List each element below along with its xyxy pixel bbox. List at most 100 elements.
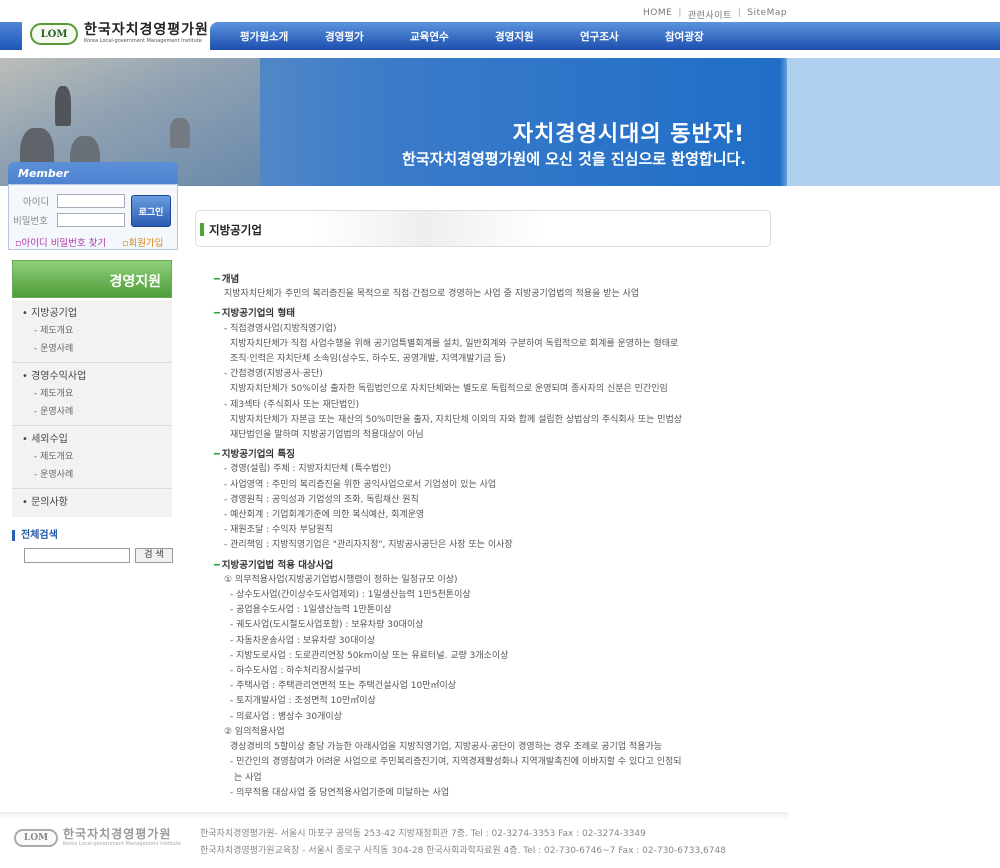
related-sites-link[interactable]: 관련사이트	[688, 8, 732, 21]
content-line: - 하수도사업 : 하수처리장시설구비	[230, 666, 361, 677]
nav-about[interactable]: 평가원소개	[240, 29, 325, 44]
separator: |	[737, 8, 742, 18]
login-button[interactable]: 로그인	[131, 195, 171, 227]
section-heading: ━ 지방공기업의 특징	[214, 447, 774, 462]
content-body: ━ 개념 지방자치단체가 주민의 복리증진을 목적으로 직접·간접으로 경영하는 사…	[214, 268, 774, 801]
search-button[interactable]: 검 색	[135, 548, 173, 563]
footer-logo-subtitle: Korea Local-government Management Instit…	[63, 841, 181, 847]
heading-marker: ━	[214, 449, 220, 461]
content-line: 재단법인을 말하며 지방공기업법의 적용대상이 아님	[230, 430, 424, 441]
section-heading: ━ 지방공기업법 적용 대상사업	[214, 558, 774, 573]
password-input[interactable]	[57, 213, 125, 227]
find-account-label: 아이디 비밀번호 찾기	[21, 238, 107, 249]
content-line: - 관리책임 : 지방직영기업은 "관리자지정", 지방공사공단은 사장 또는 …	[224, 540, 513, 551]
nav-evaluation[interactable]: 경영평가	[325, 29, 410, 44]
content-line: ① 의무적용사업(지방공기업법시행령이 정하는 일정규모 이상)	[224, 574, 458, 585]
content-line: - 경영(설립) 주체 : 지방자치단체 (특수법인)	[224, 464, 392, 475]
section-title: 경영지원	[109, 274, 161, 290]
member-body: 아이디 비밀번호 로그인 ▫아이디 비밀번호 찾기 ▫회원가입	[8, 184, 178, 250]
content-line: - 토지개발사업 : 조성면적 10만㎡이상	[230, 696, 376, 707]
nav-education[interactable]: 교육연수	[410, 29, 495, 44]
content-line: - 경영원칙 : 공익성과 기업성의 조화, 독립채산 원칙	[224, 494, 419, 505]
logo-text: 한국자치경영평가원 Korea Local-government Managem…	[84, 23, 209, 45]
nav-research[interactable]: 연구조사	[580, 29, 665, 44]
home-link[interactable]: HOME	[643, 8, 672, 21]
section-heading-text: 지방공기업법 적용 대상사업	[221, 559, 334, 571]
heading-marker: ━	[214, 308, 220, 320]
content-line: - 의무적용 대상사업 중 당연적용사업기준에 미달하는 사업	[230, 787, 450, 798]
header-left-strip	[0, 22, 22, 50]
content-line: 지방자치단체가 직접 사업수행을 위해 공기업특별회계를 설치, 일반회계와 구…	[230, 338, 679, 349]
side-subitem[interactable]: - 제도개요	[12, 322, 172, 340]
content-line: - 예산회계 : 기업회계기준에 의한 복식예산, 회계운영	[224, 510, 425, 521]
content-line: - 제3섹타 (주식회사 또는 재단법인)	[224, 399, 360, 410]
section-heading: ━ 개념	[214, 272, 774, 287]
main-navigation: 평가원소개 경영평가 교육연수 경영지원 연구조사 참여광장	[210, 22, 1000, 50]
side-menu-group: • 세외수입 - 제도개요 - 운영사례	[12, 426, 172, 489]
side-subitem[interactable]: - 운영사례	[12, 403, 172, 421]
content-line: - 지방도로사업 : 도로관리연장 50km이상 또는 유료터널. 교량 3개소…	[230, 650, 509, 661]
content-line: 지방자치단체가 주민의 복리증진을 목적으로 직접·간접으로 경영하는 사업 중…	[224, 289, 640, 300]
id-input[interactable]	[57, 194, 125, 208]
side-subitem[interactable]: - 제도개요	[12, 385, 172, 403]
nav-participation[interactable]: 참여광장	[665, 29, 750, 44]
side-subitem[interactable]: - 제도개요	[12, 448, 172, 466]
search-input[interactable]	[24, 548, 130, 563]
side-subitem-label: 운영사례	[40, 344, 74, 354]
side-item-label: 경영수익사업	[31, 371, 87, 382]
join-link[interactable]: ▫회원가입	[122, 235, 163, 249]
content-line: - 의료사업 : 병상수 30개이상	[230, 711, 342, 722]
heading-marker: ━	[214, 274, 220, 285]
banner-subheadline: 한국자치경영평가원에 오신 것을 진심으로 환영합니다.	[402, 150, 746, 168]
side-subitem-label: 제도개요	[40, 452, 74, 462]
logo-subtitle: Korea Local-government Management Instit…	[84, 38, 202, 44]
side-subitem[interactable]: - 운영사례	[12, 340, 172, 358]
page-title-box: 지방공기업	[195, 210, 771, 247]
side-subitem-label: 제도개요	[40, 326, 74, 336]
section-heading-text: 지방공기업의 형태	[221, 308, 295, 320]
member-login-box: Member 아이디 비밀번호 로그인 ▫아이디 비밀번호 찾기 ▫회원가입	[8, 162, 178, 250]
content-line: - 재원조달 : 수익자 부담원칙	[224, 525, 333, 536]
section-heading-text: 개념	[221, 274, 240, 285]
footer-logo: LOM 한국자치경영평가원 Korea Local-government Man…	[14, 828, 181, 848]
id-label: 아이디	[23, 197, 50, 208]
content-line: 는 사업	[234, 772, 262, 783]
content-line: 경상경비의 5할이상 충당 가능한 아래사업을 지방직영기업, 지방공사·공단이…	[230, 742, 663, 753]
side-item-revenue-business[interactable]: • 경영수익사업	[12, 369, 172, 385]
side-item-public-enterprise[interactable]: • 지방공기업	[12, 306, 172, 322]
footer-address-line: 한국자치경영평가원- 서울시 마포구 공덕동 253-42 지방재정회관 7층.…	[200, 829, 646, 839]
utility-links: HOME | 관련사이트 | SiteMap	[643, 8, 787, 21]
heading-marker: ━	[214, 559, 220, 571]
side-menu-group: • 경영수익사업 - 제도개요 - 운영사례	[12, 363, 172, 426]
section-heading: ━ 지방공기업의 형태	[214, 306, 774, 321]
content-line: - 사업영역 : 주민의 복리증진을 위한 공익사업으로서 기업성이 있는 사업	[224, 479, 497, 490]
content-line: - 자동차운송사업 : 보유차량 30대이상	[230, 635, 376, 646]
side-subitem-label: 운영사례	[40, 470, 74, 480]
side-item-non-tax-revenue[interactable]: • 세외수입	[12, 432, 172, 448]
sitemap-link[interactable]: SiteMap	[747, 8, 787, 21]
side-item-inquiry[interactable]: • 문의사항	[12, 495, 172, 511]
side-menu-group: • 문의사항	[12, 489, 172, 517]
find-account-link[interactable]: ▫아이디 비밀번호 찾기	[15, 235, 106, 249]
content-line: 지방자치단체가 50%이상 출자한 독립법인으로 자치단체와는 별도로 독립적으…	[230, 384, 668, 395]
content-line: - 주택사업 : 주택관리연면적 또는 주택건설사업 10만㎡이상	[230, 681, 457, 692]
content-line: - 상수도사업(간이상수도사업제외) : 1일생산능력 1만5천톤이상	[230, 590, 471, 601]
section-title-box: 경영지원	[12, 260, 172, 298]
content-line: - 궤도사업(도시철도사업포함) : 보유차량 30대이상	[230, 620, 424, 631]
side-subitem-label: 제도개요	[40, 389, 74, 399]
site-logo[interactable]: LOM 한국자치경영평가원 Korea Local-government Man…	[30, 23, 209, 45]
nav-support[interactable]: 경영지원	[495, 29, 580, 44]
banner-headline: 자치경영시대의 동반자!	[512, 122, 745, 147]
member-title: Member	[18, 167, 69, 180]
page-title: 지방공기업	[209, 223, 262, 237]
password-label: 비밀번호	[13, 216, 48, 227]
banner-right-panel	[787, 58, 1000, 186]
content-line: 지방자치단체가 자본금 또는 재산의 50%미만을 출자, 자치단체 이외의 자…	[230, 414, 683, 425]
side-item-label: 세외수입	[31, 434, 68, 445]
side-menu: • 지방공기업 - 제도개요 - 운영사례 • 경영수익사업 - 제도개요 - …	[12, 300, 172, 517]
footer-logo-mark: LOM	[14, 829, 58, 847]
logo-title: 한국자치경영평가원	[84, 22, 209, 38]
separator: |	[678, 8, 682, 18]
side-item-label: 문의사항	[31, 497, 68, 508]
side-subitem[interactable]: - 운영사례	[12, 466, 172, 484]
